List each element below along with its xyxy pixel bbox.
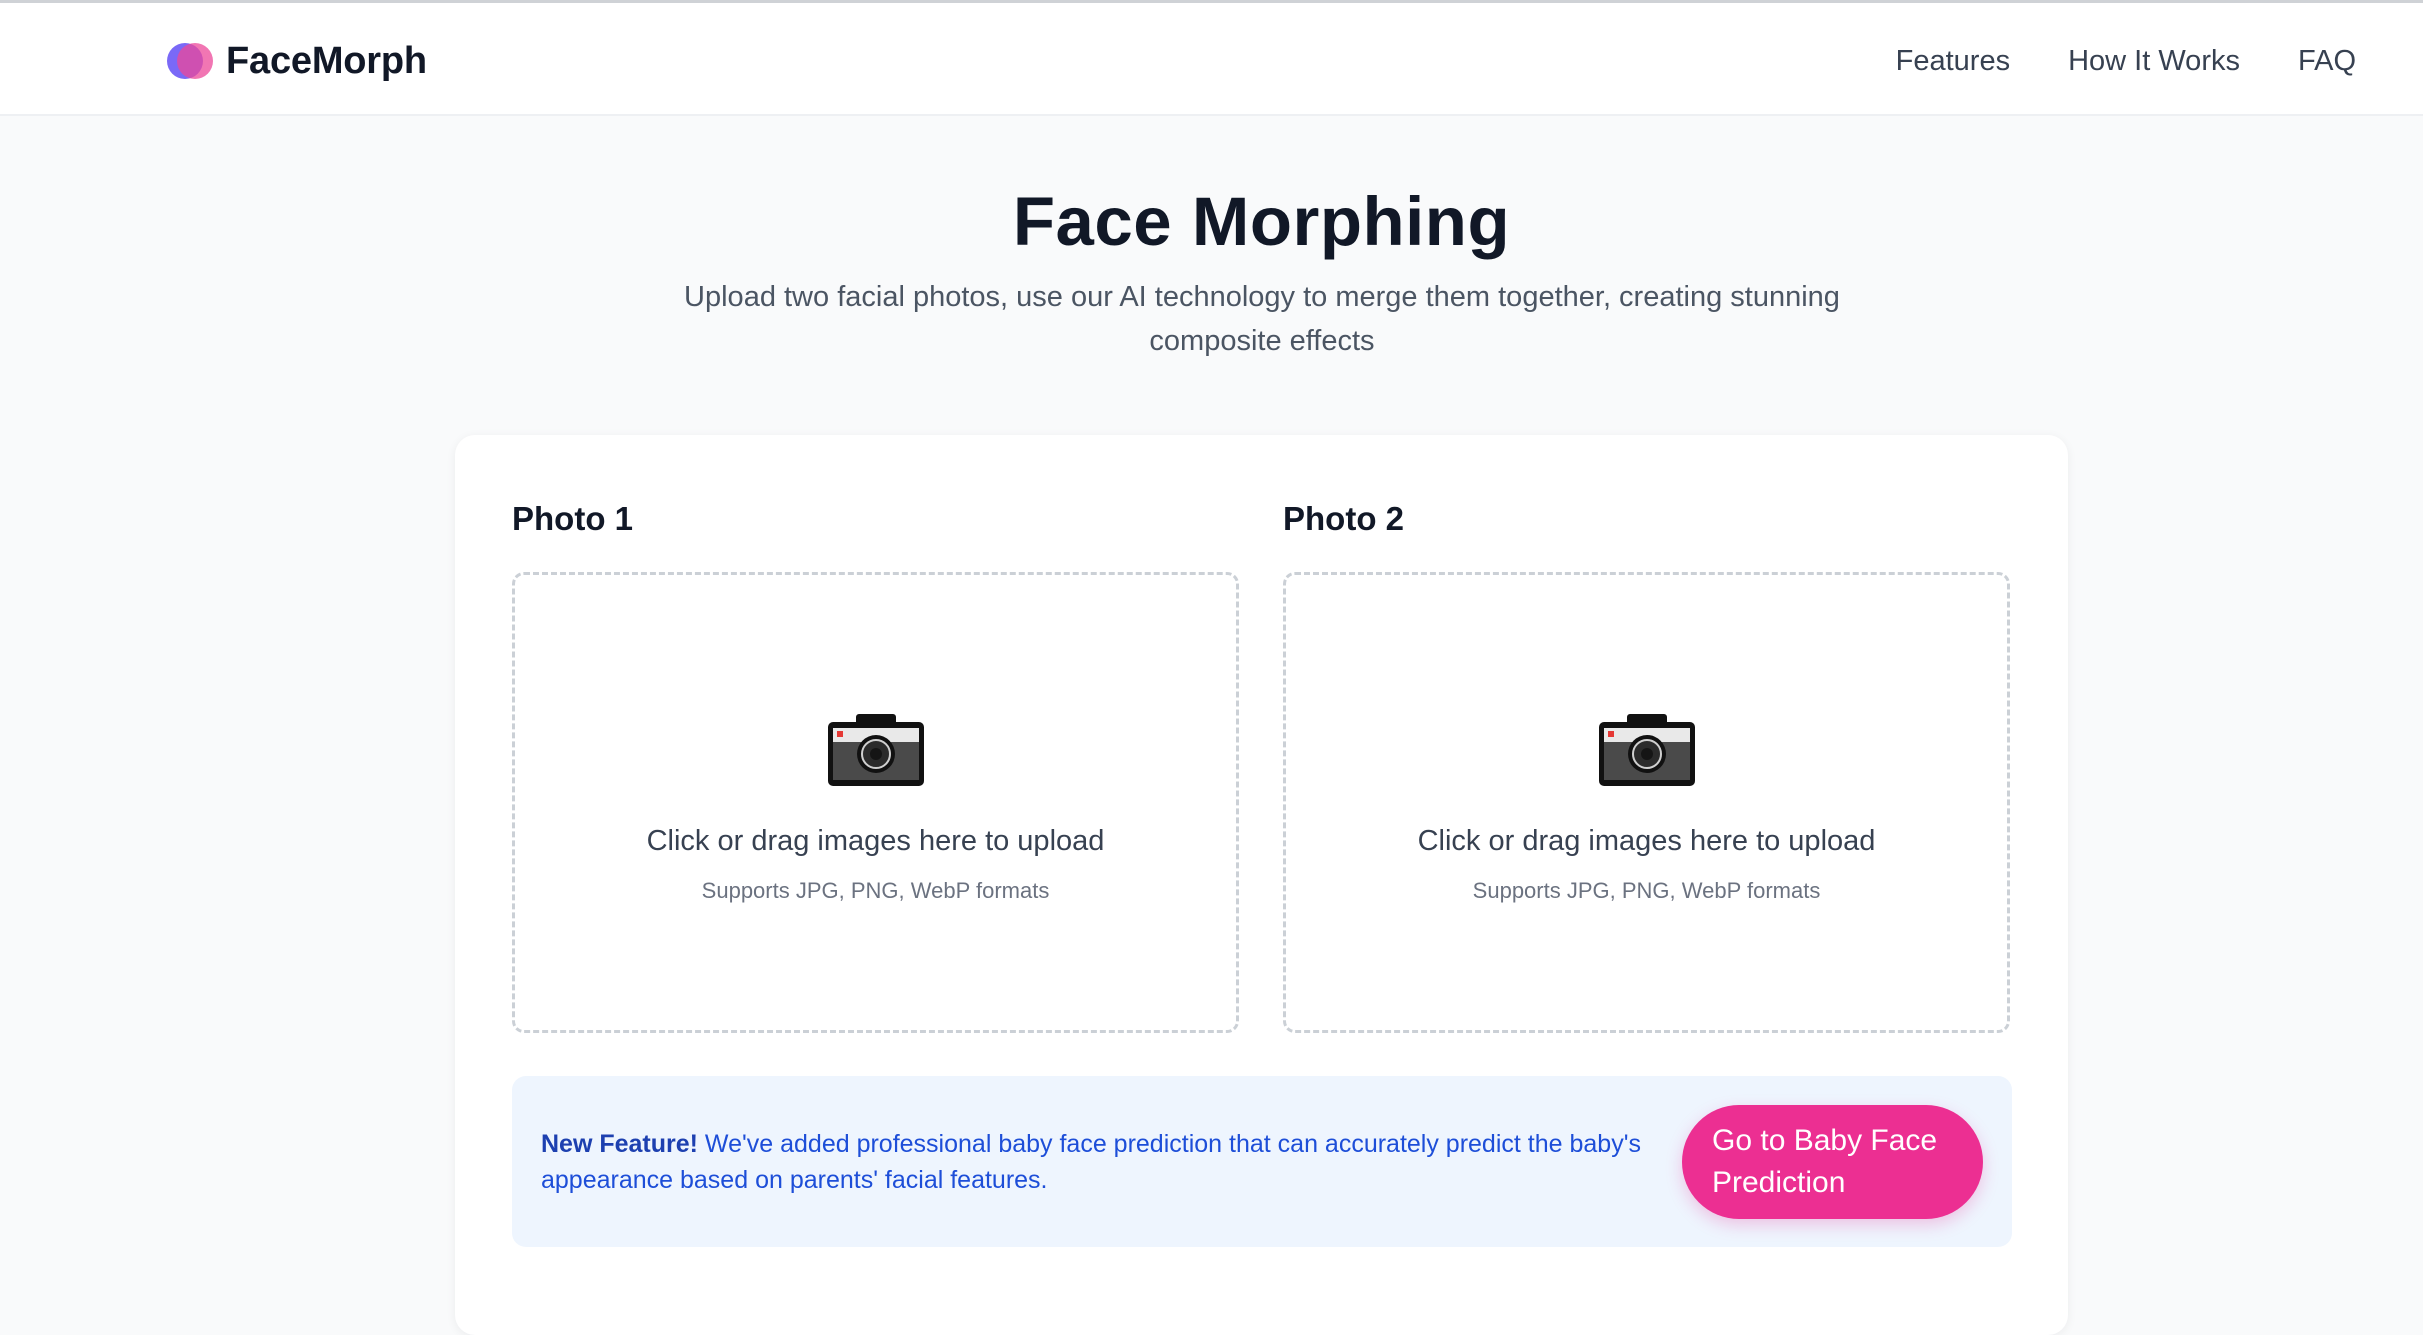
site-header: FaceMorph Features How It Works FAQ (0, 3, 2423, 116)
photo-1-format-hint: Supports JPG, PNG, WebP formats (701, 878, 1050, 903)
nav-how-it-works[interactable]: How It Works (2068, 45, 2240, 78)
photo-2-upload-prompt: Click or drag images here to upload (1417, 825, 1876, 857)
photo-2-format-hint: Supports JPG, PNG, WebP formats (1472, 878, 1821, 903)
brand-name: FaceMorph (226, 39, 427, 82)
photo-1-upload-prompt: Click or drag images here to upload (646, 825, 1105, 857)
photo-2-label: Photo 2 (1283, 500, 1404, 537)
nav-features[interactable]: Features (1896, 45, 2010, 78)
banner-description: We've added professional baby face predi… (541, 1130, 1641, 1194)
page-subtitle: Upload two facial photos, use our AI tec… (684, 281, 1840, 357)
banner-badge: New Feature! (541, 1130, 698, 1158)
photo-1-label: Photo 1 (512, 500, 633, 537)
new-feature-banner: New Feature! We've added professional ba… (512, 1076, 2012, 1247)
baby-face-prediction-button[interactable]: Go to Baby Face Prediction (1682, 1105, 1983, 1219)
camera-icon (827, 714, 924, 786)
nav-faq[interactable]: FAQ (2298, 45, 2356, 78)
brand[interactable]: FaceMorph (167, 33, 427, 89)
logo-icon (167, 43, 213, 79)
photo-2-dropzone[interactable]: Click or drag images here to upload Supp… (1283, 572, 2010, 1033)
main-nav: Features How It Works FAQ (1896, 33, 2356, 89)
page-title: Face Morphing (1012, 183, 1511, 260)
camera-icon (1598, 714, 1695, 786)
photo-1-dropzone[interactable]: Click or drag images here to upload Supp… (512, 572, 1239, 1033)
banner-message: New Feature! We've added professional ba… (541, 1126, 1651, 1198)
